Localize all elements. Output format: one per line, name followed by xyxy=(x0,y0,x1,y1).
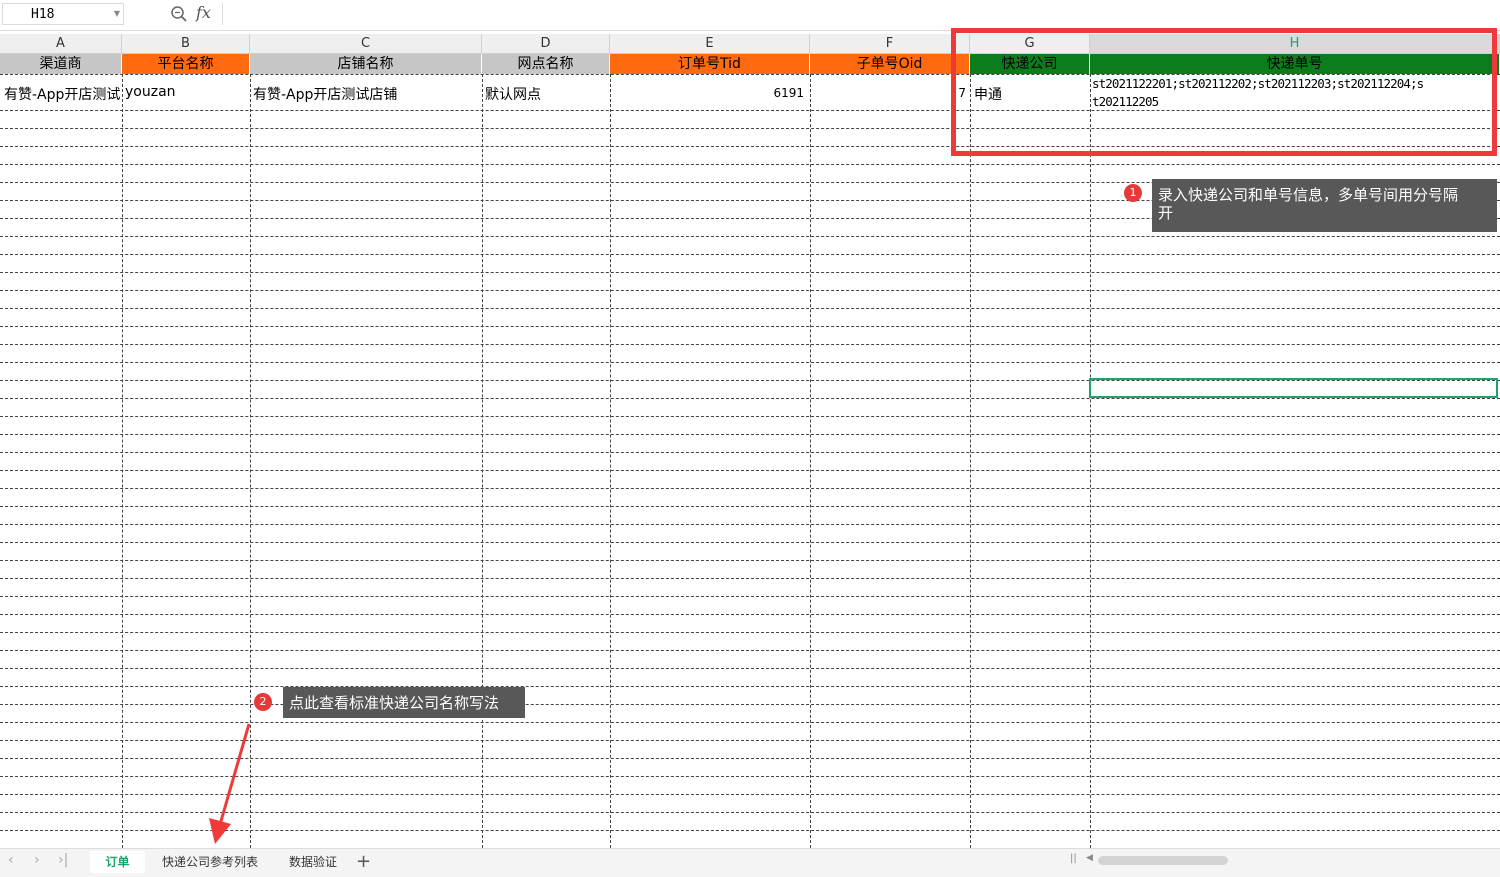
fx-icon[interactable]: fx xyxy=(196,3,211,22)
cell-d2[interactable]: 默认网点 xyxy=(485,84,607,104)
row-gridline xyxy=(0,596,1500,597)
row-gridline xyxy=(0,452,1500,453)
row-gridline xyxy=(0,542,1500,543)
annotation-tip-2: 点此查看标准快递公司名称写法 xyxy=(283,687,525,718)
formula-input[interactable] xyxy=(222,3,1499,25)
column-gridline xyxy=(482,74,483,848)
cell-reference: H18 xyxy=(31,7,55,22)
column-header-d[interactable]: D xyxy=(482,34,610,54)
row-gridline xyxy=(0,488,1500,489)
cell-c2[interactable]: 有赞-App开店测试店铺 xyxy=(253,84,479,104)
name-box[interactable]: H18 ▼ xyxy=(2,3,124,25)
row-gridline xyxy=(0,344,1500,345)
row-gridline xyxy=(0,686,1500,687)
column-gridline xyxy=(122,74,123,848)
selected-cell-h18[interactable] xyxy=(1089,378,1498,398)
row-gridline xyxy=(0,164,1500,165)
tab-orders[interactable]: 订单 xyxy=(90,851,145,873)
column-header-a[interactable]: A xyxy=(0,34,122,54)
column-header-f[interactable]: F xyxy=(810,34,970,54)
formula-bar: H18 ▼ fx xyxy=(0,0,1500,31)
annotation-badge-2: 2 xyxy=(254,693,272,711)
row-gridline xyxy=(0,668,1500,669)
annotation-tip-1: 录入快递公司和单号信息，多单号间用分号隔 开 xyxy=(1152,179,1497,232)
row-gridline xyxy=(0,434,1500,435)
highlight-box xyxy=(951,28,1497,156)
next-sheet-icon[interactable]: › xyxy=(34,852,40,868)
field-header-platform[interactable]: 平台名称 xyxy=(122,54,250,74)
horizontal-scrollbar[interactable] xyxy=(1098,856,1228,865)
row-gridline xyxy=(0,470,1500,471)
row-gridline xyxy=(0,362,1500,363)
cell-e2[interactable]: 6191 xyxy=(770,86,804,100)
row-gridline xyxy=(0,416,1500,417)
tab-data-validation[interactable]: 数据验证 xyxy=(276,851,350,873)
add-sheet-icon[interactable]: + xyxy=(356,851,371,872)
sheet-tab-bar: ‹ › ›| 订单 快递公司参考列表 数据验证 + || ◀ xyxy=(0,848,1500,877)
row-gridline xyxy=(0,578,1500,579)
row-gridline xyxy=(0,326,1500,327)
field-header-order-tid[interactable]: 订单号Tid xyxy=(610,54,810,74)
row-gridline xyxy=(0,272,1500,273)
row-gridline xyxy=(0,614,1500,615)
first-sheet-icon[interactable]: ‹ xyxy=(8,852,14,868)
annotation-tip-1-line1: 录入快递公司和单号信息，多单号间用分号隔 xyxy=(1158,186,1459,204)
pointer-arrow-icon xyxy=(209,723,251,844)
column-gridline xyxy=(970,74,971,848)
row-gridline xyxy=(0,506,1500,507)
row-gridline xyxy=(0,704,1500,705)
zoom-icon[interactable] xyxy=(170,5,188,27)
column-gridline xyxy=(810,74,811,848)
scroll-left-icon[interactable]: ◀ xyxy=(1086,853,1093,863)
row-gridline xyxy=(0,308,1500,309)
column-gridline xyxy=(1090,74,1091,848)
split-handle-icon[interactable]: || xyxy=(1070,853,1077,864)
field-header-outlet[interactable]: 网点名称 xyxy=(482,54,610,74)
column-gridline xyxy=(610,74,611,848)
row-gridline xyxy=(0,524,1500,525)
row-gridline xyxy=(0,650,1500,651)
field-header-sub-order-oid[interactable]: 子单号Oid xyxy=(810,54,970,74)
cell-a2[interactable]: 有赞-App开店测试 xyxy=(4,84,121,104)
last-sheet-icon[interactable]: ›| xyxy=(58,852,68,868)
column-header-b[interactable]: B xyxy=(122,34,250,54)
cell-b2[interactable]: youzan xyxy=(125,84,247,100)
field-header-shop[interactable]: 店铺名称 xyxy=(250,54,482,74)
row-gridline xyxy=(0,560,1500,561)
chevron-down-icon[interactable]: ▼ xyxy=(114,9,120,18)
row-gridline xyxy=(0,632,1500,633)
field-header-channel[interactable]: 渠道商 xyxy=(0,54,122,74)
row-gridline xyxy=(0,236,1500,237)
row-gridline xyxy=(0,254,1500,255)
column-header-c[interactable]: C xyxy=(250,34,482,54)
tab-express-company-reference[interactable]: 快递公司参考列表 xyxy=(148,851,272,873)
row-gridline xyxy=(0,290,1500,291)
row-gridline xyxy=(0,398,1500,399)
column-header-e[interactable]: E xyxy=(610,34,810,54)
annotation-badge-1: 1 xyxy=(1124,184,1142,202)
